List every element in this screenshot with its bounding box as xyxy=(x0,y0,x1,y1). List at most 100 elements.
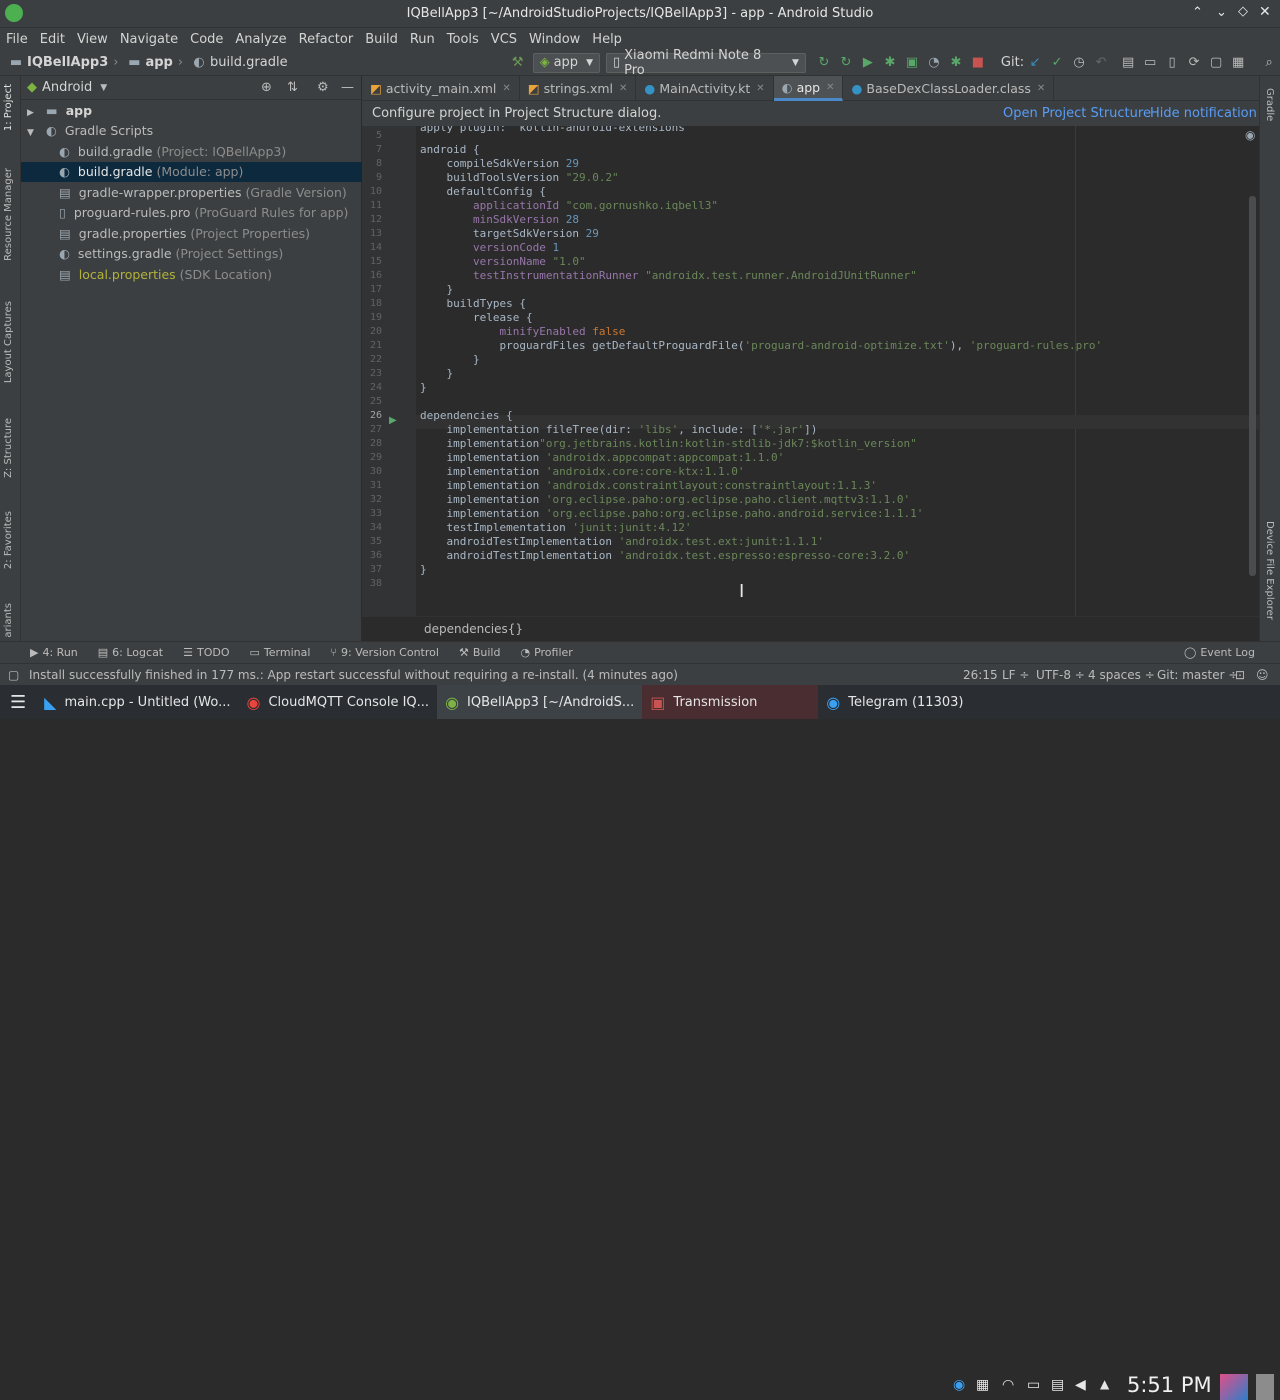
close-icon[interactable]: ✕ xyxy=(1259,4,1271,20)
tool-device-file-explorer-tab[interactable]: Device File Explorer xyxy=(1264,521,1275,620)
tree-item-build-gradle-project[interactable]: ◐ build.gradle (Project: IQBellApp3) xyxy=(21,142,362,162)
task-vscode[interactable]: ◣ main.cpp - Untitled (Wo... xyxy=(36,685,238,719)
event-log-tool-tab[interactable]: ◯ Event Log xyxy=(1184,646,1255,659)
profile-icon[interactable]: ◔ xyxy=(926,55,942,70)
avd-manager-icon[interactable]: ▯ xyxy=(1164,55,1180,70)
tree-item-gradle-properties[interactable]: ▤ gradle.properties (Project Properties) xyxy=(21,224,362,244)
debug-icon[interactable]: ✱ xyxy=(882,55,898,70)
open-project-structure-link[interactable]: Open Project Structure xyxy=(1003,106,1151,121)
tool-structure-tab[interactable]: Z: Structure xyxy=(3,418,14,478)
run-gutter-icon[interactable]: ▶ xyxy=(389,415,397,426)
show-desktop-icon[interactable] xyxy=(1220,1374,1248,1400)
eye-icon[interactable]: ◉ xyxy=(1245,128,1255,142)
volume-icon[interactable]: ◀ xyxy=(1075,1377,1086,1393)
gear-icon[interactable]: ⚙ xyxy=(317,80,329,95)
menu-view[interactable]: View xyxy=(71,32,114,47)
task-chrome[interactable]: ◉ CloudMQTT Console IQ... xyxy=(239,685,438,719)
minimize-icon[interactable]: ⌄ xyxy=(1216,5,1227,20)
status-message[interactable]: Install successfully finished in 177 ms.… xyxy=(29,664,678,686)
git-update-icon[interactable]: ↙ xyxy=(1027,55,1043,70)
battery-icon[interactable]: ▭ xyxy=(1027,1377,1040,1393)
tab-app-gradle[interactable]: ◐ app ✕ xyxy=(773,76,844,101)
task-transmission[interactable]: ▣ Transmission xyxy=(642,685,819,719)
apply-code-changes-icon[interactable]: ↻ xyxy=(838,55,854,70)
wifi-icon[interactable]: ◠ xyxy=(1002,1377,1014,1393)
menu-navigate[interactable]: Navigate xyxy=(114,32,184,47)
menu-window[interactable]: Window xyxy=(523,32,586,47)
apply-changes-restart-icon[interactable]: ↻ xyxy=(816,55,832,70)
rollback-icon[interactable]: ↶ xyxy=(1093,55,1109,70)
history-icon[interactable]: ◷ xyxy=(1071,55,1087,70)
menu-help[interactable]: Help xyxy=(586,32,628,47)
breadcrumb-project[interactable]: IQBellApp3 xyxy=(27,55,108,70)
git-branch[interactable]: Git: master ÷ xyxy=(1157,664,1238,686)
maximize-icon[interactable]: ⌃ xyxy=(1192,5,1203,20)
task-telegram[interactable]: ◉ Telegram (11303) xyxy=(818,685,971,719)
attach-debugger-icon[interactable]: ✱ xyxy=(948,55,964,70)
menu-code[interactable]: Code xyxy=(184,32,229,47)
tab-strings-xml[interactable]: ◩ strings.xml ✕ xyxy=(520,76,637,101)
close-icon[interactable]: ✕ xyxy=(756,83,764,94)
device-manager-icon[interactable]: ▢ xyxy=(1208,55,1224,70)
chevron-down-icon[interactable]: ▼ xyxy=(27,128,34,138)
caret-position[interactable]: 26:15 xyxy=(963,664,998,686)
app-launcher-icon[interactable]: ☰ xyxy=(0,685,36,719)
tree-item-app[interactable]: ▶ ▬ app xyxy=(21,101,362,121)
close-icon[interactable]: ✕ xyxy=(502,83,510,94)
sdk-manager-icon[interactable]: ▭ xyxy=(1142,55,1158,70)
logcat-tool-tab[interactable]: ▤ 6: Logcat xyxy=(98,646,163,659)
stop-icon[interactable]: ■ xyxy=(970,55,986,70)
hide-notification-link[interactable]: Hide notification xyxy=(1150,106,1257,121)
tool-gradle-tab[interactable]: Gradle xyxy=(1264,88,1275,121)
clock[interactable]: 5:51 PM xyxy=(1127,1373,1212,1397)
locate-icon[interactable]: ⊕ xyxy=(261,80,272,95)
tree-item-gradle-scripts[interactable]: ▼ ◐ Gradle Scripts xyxy=(21,121,362,141)
tab-mainactivity-kt[interactable]: ● MainActivity.kt ✕ xyxy=(636,76,774,101)
tool-layout-captures-tab[interactable]: Layout Captures xyxy=(3,301,14,383)
close-icon[interactable]: ✕ xyxy=(826,82,834,93)
status-toggle-icon[interactable]: ▢ xyxy=(8,664,19,686)
breadcrumb-module[interactable]: app xyxy=(145,55,172,70)
version-control-tool-tab[interactable]: ⑂ 9: Version Control xyxy=(330,646,439,659)
menu-edit[interactable]: Edit xyxy=(34,32,71,47)
menu-tools[interactable]: Tools xyxy=(441,32,485,47)
tool-favorites-tab[interactable]: 2: Favorites xyxy=(3,511,14,569)
tool-build-variants-tab[interactable]: ariants xyxy=(3,603,14,638)
todo-tool-tab[interactable]: ☰ TODO xyxy=(183,646,229,659)
search-everywhere-icon[interactable]: ⌕ xyxy=(1261,55,1277,70)
tree-item-build-gradle-module[interactable]: ◐ build.gradle (Module: app) xyxy=(21,162,362,182)
editor-scrollbar-thumb[interactable] xyxy=(1249,196,1256,576)
lock-icon[interactable]: ⊡ xyxy=(1235,664,1245,686)
tab-basedexclassloader[interactable]: ● BaseDexClassLoader.class ✕ xyxy=(843,76,1055,101)
layout-inspector-icon[interactable]: ▦ xyxy=(1230,55,1246,70)
breadcrumb-file[interactable]: build.gradle xyxy=(210,55,288,70)
keyboard-layout-icon[interactable]: ▦ xyxy=(976,1377,989,1393)
keep-above-icon[interactable]: ◇ xyxy=(1238,4,1248,19)
sync-gradle-icon[interactable]: ⟳ xyxy=(1186,55,1202,70)
menu-file[interactable]: File xyxy=(0,32,34,47)
tray-expand-icon[interactable]: ▲ xyxy=(1100,1377,1109,1391)
build-tool-tab[interactable]: ⚒ Build xyxy=(459,646,501,659)
inspector-icon[interactable]: ☺ xyxy=(1256,664,1269,686)
tray-telegram-icon[interactable]: ◉ xyxy=(953,1377,965,1393)
tool-project-tab[interactable]: 1: Project xyxy=(3,84,14,131)
tab-activity-main-xml[interactable]: ◩ activity_main.xml ✕ xyxy=(362,76,520,101)
run-config-selector[interactable]: ◈ app ▼ xyxy=(532,52,600,73)
project-structure-icon[interactable]: ▤ xyxy=(1120,55,1136,70)
terminal-tool-tab[interactable]: ▭ Terminal xyxy=(250,646,311,659)
editor-breadcrumb[interactable]: dependencies{} xyxy=(362,616,1259,641)
run-icon[interactable]: ▶ xyxy=(860,55,876,70)
run-tool-tab[interactable]: ▶ 4: Run xyxy=(30,646,78,659)
project-view-selector[interactable]: Android xyxy=(42,80,92,95)
menu-run[interactable]: Run xyxy=(404,32,441,47)
device-selector[interactable]: ▯ Xiaomi Redmi Note 8 Pro ▼ xyxy=(605,48,806,78)
close-icon[interactable]: ✕ xyxy=(619,83,627,94)
line-separator[interactable]: LF ÷ xyxy=(1002,664,1029,686)
tree-item-local-properties[interactable]: ▤ local.properties (SDK Location) xyxy=(21,265,362,285)
tree-item-gradle-wrapper[interactable]: ▤ gradle-wrapper.properties (Gradle Vers… xyxy=(21,183,362,203)
chevron-right-icon[interactable]: ▶ xyxy=(27,108,34,118)
menu-vcs[interactable]: VCS xyxy=(485,32,523,47)
menu-analyze[interactable]: Analyze xyxy=(229,32,292,47)
git-commit-icon[interactable]: ✓ xyxy=(1049,55,1065,70)
menu-build[interactable]: Build xyxy=(359,32,404,47)
